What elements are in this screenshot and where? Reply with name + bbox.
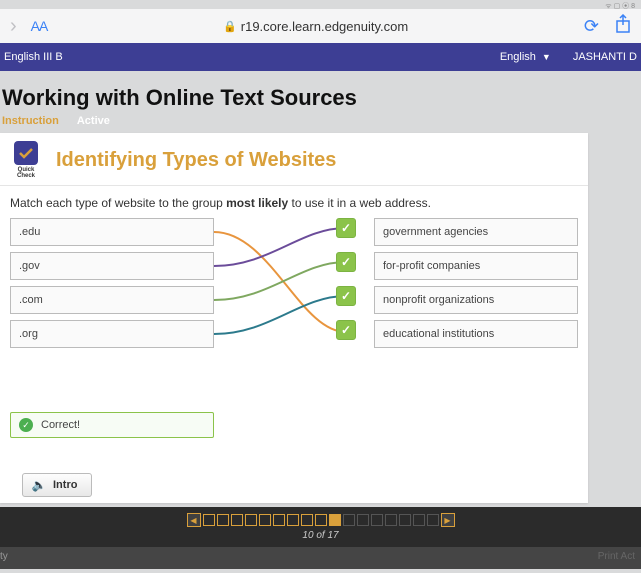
- bottom-strip: ty Print Act: [0, 547, 641, 569]
- bottom-left-text: ty: [0, 551, 8, 562]
- address-bar[interactable]: 🔒 r19.core.learn.edgenuity.com: [47, 19, 584, 34]
- instruction-bold: most likely: [226, 196, 288, 210]
- pager-box[interactable]: [231, 514, 243, 526]
- pager-box[interactable]: [371, 514, 383, 526]
- language-selector[interactable]: English ▼: [500, 51, 551, 63]
- pager-box[interactable]: [245, 514, 257, 526]
- pager-box[interactable]: [217, 514, 229, 526]
- browser-toolbar: › AA 🔒 r19.core.learn.edgenuity.com ⟳: [0, 9, 641, 43]
- matching-area: .edu .gov .com .org ✓ ✓ ✓ ✓ government a…: [0, 218, 588, 378]
- pager-box[interactable]: [259, 514, 271, 526]
- feedback-box: ✓ Correct!: [10, 412, 214, 438]
- instruction-pre: Match each type of website to the group: [10, 196, 226, 210]
- card-header: Quick Check Identifying Types of Website…: [0, 133, 588, 185]
- left-item[interactable]: .org: [10, 320, 214, 348]
- language-label: English: [500, 51, 536, 63]
- pager-box[interactable]: [315, 514, 327, 526]
- check-icon: ✓: [336, 320, 356, 340]
- check-icon: ✓: [336, 286, 356, 306]
- pager-prev-button[interactable]: ◀: [187, 513, 201, 527]
- speaker-icon: 🔈: [31, 477, 47, 493]
- check-icon: ✓: [336, 252, 356, 272]
- check-icon: [14, 141, 38, 165]
- correct-icon: ✓: [19, 418, 33, 432]
- quick-check-badge: Quick Check: [10, 141, 42, 179]
- activity-card: Quick Check Identifying Types of Website…: [0, 133, 588, 503]
- right-item[interactable]: nonprofit organizations: [374, 286, 578, 314]
- chevron-down-icon: ▼: [542, 52, 551, 62]
- bottom-right-text[interactable]: Print Act: [598, 551, 635, 562]
- pager-row: ◀ ▶: [187, 513, 455, 527]
- pager-box[interactable]: [385, 514, 397, 526]
- pager-box[interactable]: [357, 514, 369, 526]
- forward-arrow-icon[interactable]: ›: [10, 15, 17, 38]
- left-item[interactable]: .edu: [10, 218, 214, 246]
- instruction-text: Match each type of website to the group …: [0, 185, 588, 218]
- reload-icon[interactable]: ⟳: [584, 16, 599, 37]
- instruction-post: to use it in a web address.: [288, 196, 431, 210]
- intro-button[interactable]: 🔈 Intro: [22, 473, 92, 497]
- tab-active[interactable]: Active: [77, 115, 110, 127]
- pager-box[interactable]: [413, 514, 425, 526]
- pager-box[interactable]: [203, 514, 215, 526]
- left-item[interactable]: .com: [10, 286, 214, 314]
- check-icon: ✓: [336, 218, 356, 238]
- page-header: Working with Online Text Sources Instruc…: [0, 71, 641, 133]
- url-text: r19.core.learn.edgenuity.com: [241, 19, 408, 34]
- card-title: Identifying Types of Websites: [56, 149, 336, 172]
- pager-boxes: [203, 514, 439, 526]
- feedback-text: Correct!: [41, 419, 80, 431]
- pager-box[interactable]: [301, 514, 313, 526]
- right-item[interactable]: educational institutions: [374, 320, 578, 348]
- pager-box[interactable]: [287, 514, 299, 526]
- pager-box[interactable]: [329, 514, 341, 526]
- left-column: .edu .gov .com .org: [10, 218, 214, 354]
- course-bar: English III B English ▼ JASHANTI D: [0, 43, 641, 71]
- right-column: government agencies for-profit companies…: [374, 218, 578, 354]
- course-title: English III B: [4, 51, 500, 63]
- right-item[interactable]: for-profit companies: [374, 252, 578, 280]
- pager-bar: ◀ ▶ 10 of 17: [0, 507, 641, 547]
- check-column: ✓ ✓ ✓ ✓: [336, 218, 356, 354]
- share-icon[interactable]: [615, 14, 631, 39]
- text-size-button[interactable]: AA: [31, 18, 48, 34]
- user-name: JASHANTI D: [573, 51, 637, 63]
- status-bar: ᯤ ▢ ⦿ 8: [0, 0, 641, 9]
- quick-check-label: Quick Check: [10, 167, 42, 179]
- tab-instruction[interactable]: Instruction: [2, 115, 59, 127]
- pager-box[interactable]: [427, 514, 439, 526]
- page-tabs: Instruction Active: [0, 115, 641, 127]
- right-item[interactable]: government agencies: [374, 218, 578, 246]
- lock-icon: 🔒: [223, 20, 237, 33]
- pager-box[interactable]: [343, 514, 355, 526]
- intro-label: Intro: [53, 479, 77, 491]
- page-title: Working with Online Text Sources: [0, 85, 641, 111]
- pager-text: 10 of 17: [302, 530, 338, 541]
- pager-box[interactable]: [399, 514, 411, 526]
- pager-box[interactable]: [273, 514, 285, 526]
- left-item[interactable]: .gov: [10, 252, 214, 280]
- pager-next-button[interactable]: ▶: [441, 513, 455, 527]
